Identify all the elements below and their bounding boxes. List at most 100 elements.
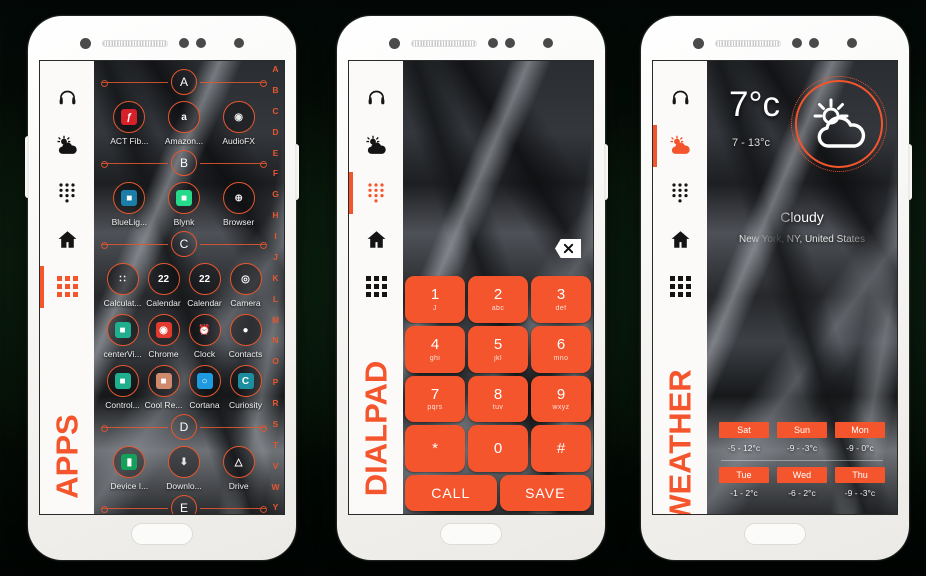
app-item[interactable]: △ Drive bbox=[211, 442, 266, 493]
curiosity-icon[interactable]: C bbox=[229, 365, 262, 397]
app-item[interactable]: a Amazon... bbox=[157, 97, 212, 148]
camera-icon[interactable]: ◎ bbox=[229, 263, 262, 295]
forecast-cell[interactable]: Wed -6 - 2°c bbox=[773, 463, 831, 502]
sidebar-item-dialpad[interactable] bbox=[349, 169, 403, 216]
app-item[interactable]: ◉ AudioFX bbox=[211, 97, 266, 148]
app-item[interactable]: C Curiosity bbox=[225, 361, 266, 412]
forecast-cell[interactable]: Thu -9 - -3°c bbox=[831, 463, 889, 502]
app-item[interactable]: ■ centerVi... bbox=[102, 310, 143, 361]
sidebar-item-home[interactable] bbox=[40, 216, 94, 263]
drive-icon[interactable]: △ bbox=[222, 446, 255, 478]
app-item[interactable]: 22 Calendar bbox=[143, 259, 184, 310]
dial-key-2[interactable]: 2 abc bbox=[468, 276, 528, 323]
alphabet-index-letter[interactable]: L bbox=[273, 295, 278, 304]
centerview-icon[interactable]: ■ bbox=[106, 314, 139, 346]
home-hardware-button[interactable] bbox=[131, 523, 193, 545]
sidebar-item-apps[interactable] bbox=[349, 263, 403, 310]
dial-key-0[interactable]: 0 bbox=[468, 425, 528, 472]
keypad[interactable]: 1 J 2 abc 3 def 4 ghi 5 jkl 6 mno 7 pqrs 8 tuv 9 wxyz * 0 # C… bbox=[403, 273, 593, 514]
app-item[interactable]: ⬇ Downlo... bbox=[157, 442, 212, 493]
alphabet-index-letter[interactable]: E bbox=[273, 148, 279, 158]
alphabet-index-letter[interactable]: C bbox=[272, 107, 278, 116]
alphabet-index-letter[interactable]: J bbox=[273, 253, 278, 262]
app-item[interactable]: ■ Cool Re... bbox=[143, 361, 184, 412]
dial-key-4[interactable]: 4 ghi bbox=[405, 325, 465, 373]
sidebar-item-apps[interactable] bbox=[653, 263, 707, 310]
alphabet-index-letter[interactable]: P bbox=[273, 378, 279, 387]
control-icon[interactable]: ■ bbox=[106, 365, 139, 397]
cortana-icon[interactable]: ○ bbox=[188, 365, 221, 397]
clock-icon[interactable]: ⏰ bbox=[188, 314, 221, 346]
chrome-icon[interactable]: ◉ bbox=[147, 314, 180, 346]
sidebar-item-home[interactable] bbox=[349, 216, 403, 263]
dial-key-*[interactable]: * bbox=[405, 425, 465, 472]
app-item[interactable]: ⊕ Browser bbox=[211, 178, 266, 229]
alphabet-index-letter[interactable]: O bbox=[272, 357, 279, 366]
alphabet-index-letter[interactable]: N bbox=[272, 336, 278, 345]
alphabet-index-letter[interactable]: D bbox=[272, 128, 278, 137]
alphabet-index-letter[interactable]: R bbox=[272, 399, 278, 408]
audiofx-icon[interactable]: ◉ bbox=[222, 101, 255, 133]
act-fibernet-icon[interactable]: ƒ bbox=[113, 101, 146, 133]
app-item[interactable]: 22 Calendar bbox=[184, 259, 225, 310]
app-item[interactable]: ◎ Camera bbox=[225, 259, 266, 310]
alphabet-index-letter[interactable]: I bbox=[274, 232, 276, 241]
app-drawer[interactable]: Aƒ ACT Fib... a Amazon... ◉ AudioFX B ■ BlueLig.… bbox=[94, 61, 284, 514]
alphabet-index-letter[interactable]: M bbox=[272, 315, 279, 325]
app-item[interactable]: ● Contacts bbox=[225, 310, 266, 361]
current-condition-icon-wrap[interactable] bbox=[780, 65, 897, 183]
save-button[interactable]: SAVE bbox=[499, 475, 591, 511]
dial-key-5[interactable]: 5 jkl bbox=[468, 325, 528, 373]
app-item[interactable]: ◉ Chrome bbox=[143, 310, 184, 361]
sidebar-item-home[interactable] bbox=[653, 216, 707, 263]
dial-key-8[interactable]: 8 tuv bbox=[468, 375, 528, 423]
alphabet-index-letter[interactable]: S bbox=[273, 420, 279, 429]
dial-key-1[interactable]: 1J bbox=[405, 276, 465, 323]
dial-key-9[interactable]: 9 wxyz bbox=[531, 375, 591, 423]
sidebar-item-music[interactable] bbox=[40, 75, 94, 122]
forecast-cell[interactable]: Sat -5 - 12°c bbox=[715, 418, 773, 457]
calendar-alt-icon[interactable]: 22 bbox=[188, 263, 221, 295]
sidebar-item-weather[interactable] bbox=[349, 122, 403, 169]
browser-icon[interactable]: ⊕ bbox=[222, 182, 255, 214]
device-info-icon[interactable]: ▮ bbox=[113, 446, 146, 478]
app-item[interactable]: ƒ ACT Fib... bbox=[102, 97, 157, 148]
alphabet-index[interactable]: A B C D E F G H I J K L M N O P R S T V W Y bbox=[268, 65, 283, 512]
downloads-icon[interactable]: ⬇ bbox=[167, 446, 200, 478]
forecast-cell[interactable]: Mon -9 - 0°c bbox=[831, 418, 889, 457]
call-button[interactable]: CALL bbox=[405, 475, 497, 511]
alphabet-index-letter[interactable]: V bbox=[273, 462, 279, 471]
sidebar-item-dialpad[interactable] bbox=[40, 169, 94, 216]
calendar-icon[interactable]: 22 bbox=[147, 263, 180, 295]
sidebar-item-music[interactable] bbox=[349, 75, 403, 122]
alphabet-index-letter[interactable]: G bbox=[272, 190, 279, 199]
power-button[interactable] bbox=[295, 144, 299, 200]
dial-key-6[interactable]: 6 mno bbox=[531, 325, 591, 373]
alphabet-index-letter[interactable]: F bbox=[273, 169, 278, 178]
power-button[interactable] bbox=[908, 144, 912, 200]
alphabet-index-letter[interactable]: Y bbox=[273, 503, 279, 512]
sidebar-item-dialpad[interactable] bbox=[653, 169, 707, 216]
alphabet-index-letter[interactable]: A bbox=[272, 65, 278, 74]
sidebar-item-music[interactable] bbox=[653, 75, 707, 122]
forecast-cell[interactable]: Sun -9 - -3°c bbox=[773, 418, 831, 457]
home-hardware-button[interactable] bbox=[744, 523, 806, 545]
amazon-icon[interactable]: a bbox=[167, 101, 200, 133]
app-item[interactable]: ■ Control... bbox=[102, 361, 143, 412]
sidebar-item-apps[interactable] bbox=[40, 263, 94, 310]
app-item[interactable]: ∷ Calculat... bbox=[102, 259, 143, 310]
cool-reader-icon[interactable]: ■ bbox=[147, 365, 180, 397]
dial-key-#[interactable]: # bbox=[531, 425, 591, 472]
bluelight-filter-icon[interactable]: ■ bbox=[113, 182, 146, 214]
app-item[interactable]: ▮ Device I... bbox=[102, 442, 157, 493]
volume-button[interactable] bbox=[25, 136, 29, 198]
app-item[interactable]: ○ Cortana bbox=[184, 361, 225, 412]
sidebar-item-weather[interactable] bbox=[40, 122, 94, 169]
app-item[interactable]: ■ Blynk bbox=[157, 178, 212, 229]
blynk-icon[interactable]: ■ bbox=[167, 182, 200, 214]
alphabet-index-letter[interactable]: B bbox=[272, 86, 278, 95]
alphabet-index-letter[interactable]: K bbox=[272, 274, 278, 283]
power-button[interactable] bbox=[604, 144, 608, 200]
dial-key-7[interactable]: 7 pqrs bbox=[405, 375, 465, 423]
calculator-icon[interactable]: ∷ bbox=[106, 263, 139, 295]
